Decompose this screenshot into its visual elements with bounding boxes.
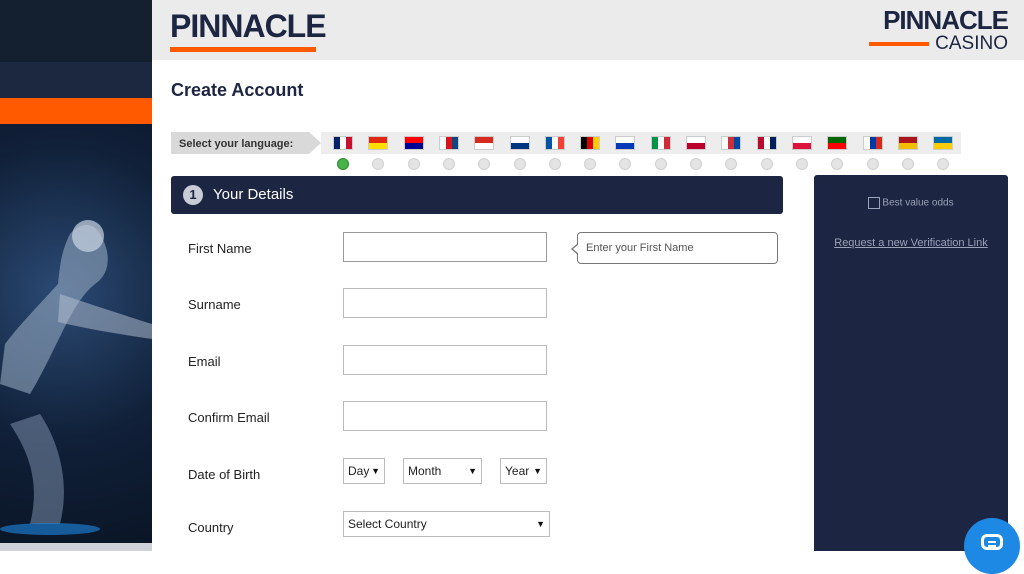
country-value: Select Country [348,517,427,531]
first-name-input[interactable] [343,232,547,262]
israel-flag-icon[interactable] [615,136,636,150]
email-label: Email [188,354,221,369]
language-radio[interactable] [725,158,738,170]
language-radio[interactable] [442,158,455,170]
chat-icon [981,534,1003,550]
uk-flag-icon[interactable] [333,136,353,150]
language-radio[interactable] [548,158,561,170]
taiwan-flag-icon[interactable] [403,136,424,150]
email-input[interactable] [343,345,547,375]
create-account-modal: PINNACLE PINNACLE CASINO Create Account … [152,0,1024,551]
surname-input[interactable] [343,288,547,318]
step-number-badge: 1 [183,185,203,205]
language-radio[interactable] [407,158,420,170]
france-flag-icon[interactable] [544,136,565,150]
language-radio[interactable] [372,158,385,170]
germany-flag-icon[interactable] [580,136,601,150]
dob-day-value: Day [348,464,370,478]
page-title: Create Account [171,80,304,100]
italy-flag-icon[interactable] [650,136,671,150]
broken-image-icon [868,197,881,209]
pinnacle-casino-logo-sub: CASINO [935,33,1008,54]
china-flag-icon[interactable] [368,136,389,150]
dob-year-select[interactable]: Year ▼ [500,458,547,484]
background-orange-bar [0,98,152,124]
language-radio[interactable] [584,158,597,170]
spain-flag-icon[interactable] [897,136,918,150]
czech-flag-icon[interactable] [438,136,459,150]
language-radio[interactable] [866,158,879,170]
portugal-flag-icon[interactable] [827,136,848,150]
chevron-down-icon: ▼ [468,466,477,476]
russia-flag-icon[interactable] [862,136,883,150]
chevron-down-icon: ▼ [536,519,545,529]
background-page [0,0,152,551]
pinnacle-casino-logo-name: PINNACLE [883,5,1009,35]
surname-label: Surname [188,297,241,312]
background-nav-bar [0,62,152,98]
language-radio[interactable] [901,158,914,170]
language-selector: Select your language: [171,130,961,170]
first-name-label: First Name [188,241,252,256]
language-radio[interactable] [831,158,844,170]
side-panel: Best value odds Request a new Verificati… [814,175,1008,551]
country-label: Country [188,520,234,535]
finland-flag-icon[interactable] [509,136,530,150]
your-details-header: 1 Your Details [171,176,783,214]
language-radio[interactable] [760,158,773,170]
canada-flag-icon[interactable] [474,136,495,150]
modal-header: PINNACLE PINNACLE CASINO [152,0,1024,60]
language-radio[interactable] [654,158,667,170]
language-radio[interactable] [513,158,526,170]
language-radio[interactable] [795,158,808,170]
request-verification-link[interactable]: Request a new Verification Link [814,237,1008,249]
language-radio[interactable] [619,158,632,170]
chevron-down-icon: ▼ [533,466,542,476]
pinnacle-logo-underline [170,47,316,52]
korea-flag-icon[interactable] [721,136,742,150]
best-value-odds-image: Best value odds [814,197,1008,209]
sweden-flag-icon[interactable] [933,136,954,150]
language-label: Select your language: [179,138,294,150]
pinnacle-logo-text: PINNACLE [170,8,327,44]
language-radio[interactable] [937,158,950,170]
japan-flag-icon[interactable] [686,136,706,150]
language-radio[interactable] [478,158,491,170]
your-details-heading: Your Details [213,186,294,203]
dob-month-value: Month [408,464,442,478]
country-select[interactable]: Select Country ▼ [343,511,550,537]
first-name-tooltip: Enter your First Name [571,232,778,264]
best-value-odds-alt-text: Best value odds [882,197,954,209]
pinnacle-casino-logo-underline [869,42,930,46]
background-scrollbar [0,543,152,551]
dob-year-value: Year [505,464,530,478]
chat-button[interactable] [964,518,1020,574]
chevron-down-icon: ▼ [371,466,380,476]
background-top-bar [0,0,152,62]
confirm-email-input[interactable] [343,401,547,431]
language-radio[interactable] [690,158,702,170]
poland-flag-icon[interactable] [791,136,812,150]
background-hero-image [0,124,152,544]
language-radio[interactable] [337,158,349,170]
pinnacle-casino-logo: PINNACLE CASINO [869,5,1009,54]
dob-day-select[interactable]: Day ▼ [343,458,385,484]
pinnacle-logo: PINNACLE [170,8,327,52]
soccer-player-illustration [0,220,152,535]
confirm-email-label: Confirm Email [188,410,270,425]
date-of-birth-label: Date of Birth [188,467,261,482]
dob-month-select[interactable]: Month ▼ [403,458,482,484]
norway-flag-icon[interactable] [756,136,777,150]
